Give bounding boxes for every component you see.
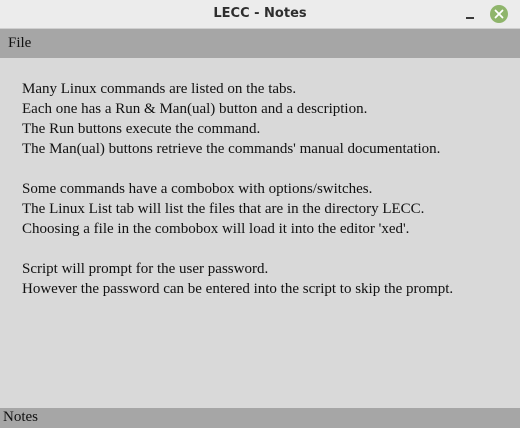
- status-text: Notes: [3, 409, 38, 425]
- notes-line: Script will prompt for the user password…: [22, 261, 269, 277]
- minimize-icon: [466, 17, 474, 19]
- status-bar: Notes: [0, 408, 520, 428]
- notes-line: The Run buttons execute the command.: [22, 121, 261, 137]
- title-bar[interactable]: LECC - Notes: [0, 0, 520, 29]
- window-title: LECC - Notes: [213, 6, 307, 21]
- notes-line: Some commands have a combobox with optio…: [22, 181, 373, 197]
- notes-window: LECC - Notes File Many Linux commands ar…: [0, 0, 520, 428]
- close-button[interactable]: [490, 5, 508, 23]
- notes-line: However the password can be entered into…: [22, 281, 454, 297]
- menu-file[interactable]: File: [8, 35, 31, 52]
- notes-line: The Linux List tab will list the files t…: [22, 201, 425, 217]
- notes-line: Choosing a file in the combobox will loa…: [22, 221, 410, 237]
- notes-line: Each one has a Run & Man(ual) button and…: [22, 101, 368, 117]
- notes-line: The Man(ual) buttons retrieve the comman…: [22, 141, 441, 157]
- notes-text: Many Linux commands are listed on the ta…: [22, 79, 512, 299]
- menu-bar: File: [0, 29, 520, 58]
- notes-line: Many Linux commands are listed on the ta…: [22, 81, 297, 97]
- minimize-button[interactable]: [462, 6, 478, 22]
- close-icon: [494, 9, 504, 19]
